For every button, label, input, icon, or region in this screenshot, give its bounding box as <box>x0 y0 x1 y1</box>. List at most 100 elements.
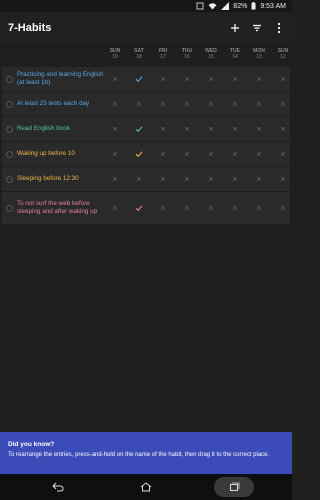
app-title: 7-Habits <box>8 22 52 34</box>
habit-name[interactable]: Practicing and learning English (at leas… <box>17 71 107 87</box>
habit-row[interactable]: Sleeping before 12:30 <box>2 167 290 191</box>
habit-name[interactable]: Waking up before 10 <box>17 150 107 158</box>
cross-icon[interactable] <box>271 124 295 134</box>
cross-icon[interactable] <box>247 74 271 84</box>
day-header: SUN 19 SAT 18 FRI 17 THU 16 WED 15 TUE 14 MON 13 SUN 12 <box>103 48 292 64</box>
cross-icon[interactable] <box>271 174 295 184</box>
cross-icon[interactable] <box>199 99 223 109</box>
plus-icon <box>231 24 239 32</box>
signal-icon <box>221 2 230 10</box>
home-button[interactable] <box>126 477 166 497</box>
cross-icon[interactable] <box>175 203 199 213</box>
cross-icon[interactable] <box>247 203 271 213</box>
recents-button[interactable] <box>214 477 254 497</box>
cross-icon[interactable] <box>223 74 247 84</box>
day-column-header: THU 16 <box>175 48 199 60</box>
cross-icon[interactable] <box>271 74 295 84</box>
cross-icon[interactable] <box>271 99 295 109</box>
cross-icon[interactable] <box>199 124 223 134</box>
cross-icon[interactable] <box>151 124 175 134</box>
cross-icon[interactable] <box>223 174 247 184</box>
habit-row[interactable]: Read English book <box>2 117 290 141</box>
day-number: 18 <box>136 54 142 60</box>
navigation-bar <box>0 474 292 500</box>
cross-icon[interactable] <box>247 99 271 109</box>
cross-icon[interactable] <box>247 124 271 134</box>
cross-icon[interactable] <box>199 74 223 84</box>
cross-icon[interactable] <box>175 74 199 84</box>
status-bar: 82% 9:53 AM <box>0 0 292 12</box>
back-icon <box>52 482 64 492</box>
tip-title: Did you know? <box>8 441 55 448</box>
day-number: 14 <box>232 54 238 60</box>
day-column-header: FRI 17 <box>151 48 175 60</box>
cross-icon[interactable] <box>103 124 127 134</box>
tip-banner[interactable]: Did you know? To rearrange the entries, … <box>0 432 292 474</box>
habit-name[interactable]: To not surf the web before sleeping and … <box>17 200 107 216</box>
check-icon[interactable] <box>127 203 151 214</box>
cross-icon[interactable] <box>151 174 175 184</box>
check-icon[interactable] <box>127 124 151 135</box>
habit-row[interactable]: Practicing and learning English (at leas… <box>2 67 290 91</box>
habit-score-ring-icon <box>6 125 13 133</box>
habit-name[interactable]: Read English book <box>17 125 107 133</box>
cross-icon[interactable] <box>103 149 127 159</box>
cross-icon[interactable] <box>199 174 223 184</box>
cross-icon[interactable] <box>151 203 175 213</box>
day-column-header: TUE 14 <box>223 48 247 60</box>
cross-icon[interactable] <box>223 99 247 109</box>
cross-icon[interactable] <box>127 99 151 109</box>
day-column-header: SUN 19 <box>103 48 127 60</box>
cross-icon[interactable] <box>175 124 199 134</box>
more-vert-icon <box>277 22 281 34</box>
add-habit-button[interactable] <box>226 19 244 37</box>
cross-icon[interactable] <box>247 174 271 184</box>
cross-icon[interactable] <box>103 74 127 84</box>
check-icon[interactable] <box>127 74 151 85</box>
cross-icon[interactable] <box>175 149 199 159</box>
day-number: 19 <box>112 54 118 60</box>
day-number: 16 <box>184 54 190 60</box>
day-number: 13 <box>256 54 262 60</box>
cross-icon[interactable] <box>175 99 199 109</box>
cross-icon[interactable] <box>223 203 247 213</box>
battery-icon <box>251 2 256 10</box>
cross-icon[interactable] <box>247 149 271 159</box>
more-options-button[interactable] <box>270 19 288 37</box>
habit-name[interactable]: At least 25 tests each day <box>17 100 107 108</box>
cross-icon[interactable] <box>127 174 151 184</box>
habit-row[interactable]: Waking up before 10 <box>2 142 290 166</box>
cross-icon[interactable] <box>223 149 247 159</box>
cross-icon[interactable] <box>199 149 223 159</box>
cross-icon[interactable] <box>199 203 223 213</box>
day-number: 12 <box>280 54 286 60</box>
cross-icon[interactable] <box>271 203 295 213</box>
day-column-header: SAT 18 <box>127 48 151 60</box>
habit-row[interactable]: To not surf the web before sleeping and … <box>2 192 290 224</box>
cross-icon[interactable] <box>175 174 199 184</box>
home-icon <box>140 482 152 492</box>
day-column-header: WED 15 <box>199 48 223 60</box>
cross-icon[interactable] <box>151 74 175 84</box>
filter-button[interactable] <box>248 19 266 37</box>
cross-icon[interactable] <box>103 203 127 213</box>
cross-icon[interactable] <box>223 124 247 134</box>
app-bar: 7-Habits <box>0 12 292 44</box>
notification-icon <box>196 2 204 10</box>
recents-icon <box>230 482 240 491</box>
habit-score-ring-icon <box>6 150 13 158</box>
habit-name[interactable]: Sleeping before 12:30 <box>17 175 107 183</box>
cross-icon[interactable] <box>271 149 295 159</box>
wifi-icon <box>208 2 217 10</box>
cross-icon[interactable] <box>151 149 175 159</box>
cross-icon[interactable] <box>151 99 175 109</box>
cross-icon[interactable] <box>103 174 127 184</box>
check-icon[interactable] <box>127 149 151 160</box>
cross-icon[interactable] <box>103 99 127 109</box>
back-button[interactable] <box>38 477 78 497</box>
habit-score-ring-icon <box>6 75 13 83</box>
clock: 9:53 AM <box>260 2 286 10</box>
day-number: 15 <box>208 54 214 60</box>
habit-row[interactable]: At least 25 tests each day <box>2 92 290 116</box>
filter-icon <box>253 24 261 32</box>
